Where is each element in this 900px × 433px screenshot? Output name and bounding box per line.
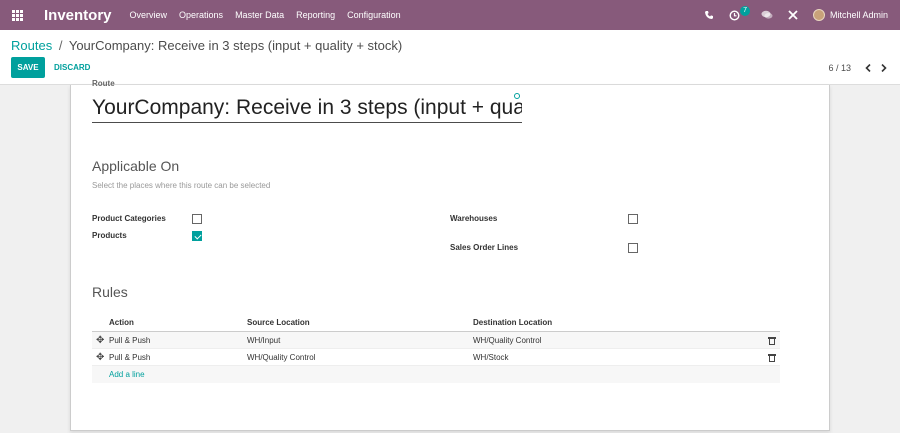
column-source-location[interactable]: Source Location: [247, 318, 310, 327]
add-line-link[interactable]: Add a line: [109, 370, 145, 379]
drag-handle-icon[interactable]: ✥: [96, 336, 104, 346]
pager-previous-icon[interactable]: [860, 60, 876, 76]
save-button[interactable]: SAVE: [11, 57, 45, 78]
phone-icon[interactable]: [699, 5, 719, 25]
drag-handle-icon[interactable]: ✥: [96, 353, 104, 363]
pager-value[interactable]: 6 / 13: [828, 63, 851, 73]
rule-action: Pull & Push: [109, 336, 151, 345]
discard-button[interactable]: DISCARD: [54, 57, 90, 78]
warehouses-checkbox[interactable]: [628, 214, 638, 224]
user-name: Mitchell Admin: [829, 10, 888, 20]
breadcrumb-routes-link[interactable]: Routes: [11, 38, 52, 53]
debug-tools-icon[interactable]: [783, 5, 803, 25]
rule-source: WH/Quality Control: [247, 353, 316, 362]
route-name-input[interactable]: YourCompany: Receive in 3 steps (input +…: [92, 94, 522, 123]
user-menu[interactable]: Mitchell Admin: [812, 9, 888, 21]
product-categories-label: Product Categories: [92, 214, 166, 223]
form-sheet: Route YourCompany: Receive in 3 steps (i…: [70, 79, 830, 431]
rule-action: Pull & Push: [109, 353, 151, 362]
sales-order-lines-label: Sales Order Lines: [450, 243, 519, 252]
breadcrumb-current: YourCompany: Receive in 3 steps (input +…: [68, 38, 403, 53]
rules-header-row: Action Source Location Destination Locat…: [92, 314, 780, 332]
delete-row-icon[interactable]: [768, 336, 776, 346]
avatar: [812, 9, 825, 21]
menu-operations[interactable]: Operations: [179, 10, 223, 20]
rule-destination: WH/Quality Control: [473, 336, 542, 345]
sales-order-lines-checkbox[interactable]: [628, 243, 638, 253]
breadcrumb: Routes / YourCompany: Receive in 3 steps…: [11, 38, 402, 53]
pager-next-icon[interactable]: [876, 60, 892, 76]
route-name-label: Route: [92, 79, 115, 88]
rule-destination: WH/Stock: [473, 353, 509, 362]
add-line-row: Add a line: [92, 366, 780, 383]
breadcrumb-separator: /: [58, 38, 63, 53]
products-checkbox[interactable]: [192, 231, 202, 241]
products-label: Products: [92, 231, 127, 240]
rules-title: Rules: [92, 284, 128, 300]
product-categories-checkbox[interactable]: [192, 214, 202, 224]
apps-menu-icon[interactable]: [2, 0, 32, 30]
menu-master-data[interactable]: Master Data: [235, 10, 284, 20]
menu-configuration[interactable]: Configuration: [347, 10, 401, 20]
menu-overview[interactable]: Overview: [130, 10, 168, 20]
warehouses-label: Warehouses: [450, 214, 498, 223]
menu-reporting[interactable]: Reporting: [296, 10, 335, 20]
app-name[interactable]: Inventory: [44, 7, 112, 24]
rules-table: Action Source Location Destination Locat…: [92, 314, 780, 383]
column-action[interactable]: Action: [109, 318, 134, 327]
top-navbar: Inventory Overview Operations Master Dat…: [0, 0, 900, 30]
pager: 6 / 13: [828, 60, 892, 76]
rule-source: WH/Input: [247, 336, 281, 345]
table-row[interactable]: ✥ Pull & Push WH/Input WH/Quality Contro…: [92, 332, 780, 349]
applicable-on-title: Applicable On: [92, 158, 180, 174]
chat-icon[interactable]: [757, 5, 777, 25]
activity-badge: 7: [740, 6, 750, 16]
translate-icon[interactable]: [514, 93, 520, 99]
activity-clock-icon[interactable]: 7: [725, 5, 750, 25]
delete-row-icon[interactable]: [768, 353, 776, 363]
table-row[interactable]: ✥ Pull & Push WH/Quality Control WH/Stoc…: [92, 349, 780, 366]
control-panel: Routes / YourCompany: Receive in 3 steps…: [0, 30, 900, 85]
applicable-on-help: Select the places where this route can b…: [92, 181, 271, 190]
column-destination-location[interactable]: Destination Location: [473, 318, 552, 327]
